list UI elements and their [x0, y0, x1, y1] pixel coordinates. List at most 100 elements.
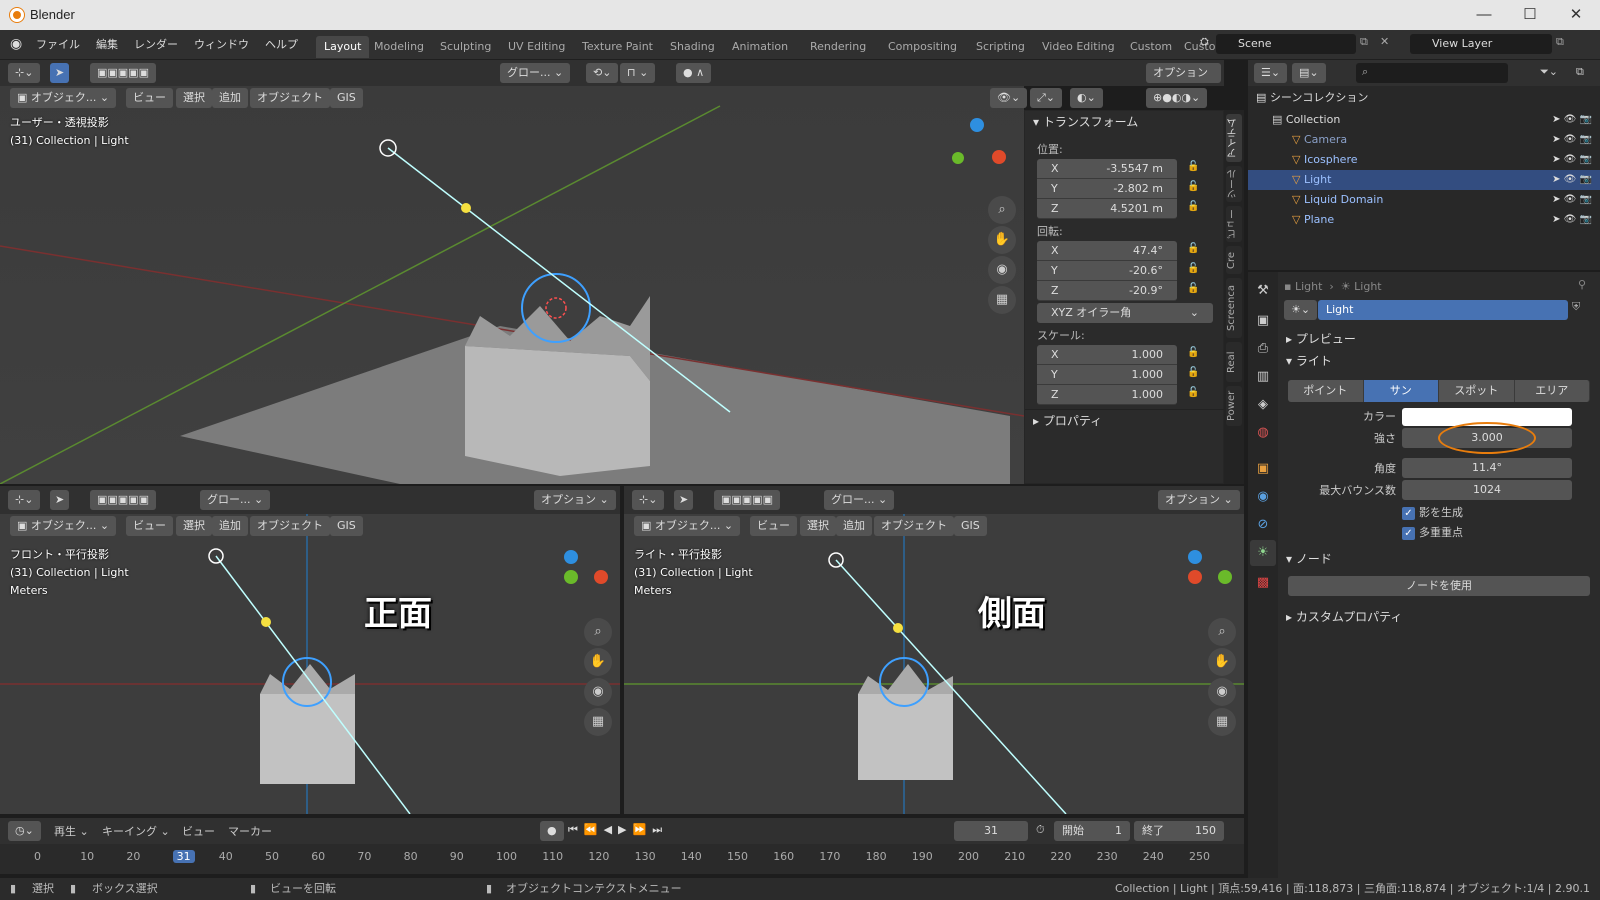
right-pan-icon[interactable]: ✋ — [1208, 648, 1236, 676]
right-zoom-icon[interactable]: ⌕ — [1208, 618, 1236, 646]
playback-controls[interactable]: ⏮⏪◀▶⏩⏭ — [568, 823, 668, 837]
gizmo-z-icon[interactable] — [970, 118, 984, 132]
zoom-icon[interactable]: ⌕ — [988, 196, 1016, 224]
front-menu-view[interactable]: ビュー — [126, 516, 173, 536]
cast-shadow-checkbox[interactable]: ✓ 影を生成 — [1402, 504, 1463, 520]
multi-importance-checkbox[interactable]: ✓ 多重重点 — [1402, 524, 1463, 540]
rotation-mode-dropdown[interactable]: XYZ オイラー角 ⌄ — [1037, 303, 1213, 323]
right-selection-mode-buttons[interactable]: ▣▣▣▣▣ — [714, 490, 780, 510]
remove-scene-icon[interactable]: ✕ — [1380, 35, 1389, 48]
object-tab-icon[interactable]: ▣ — [1250, 456, 1276, 482]
timeline-ruler[interactable]: 0 10 20 31 40 50 60 70 80 90 100 110 120 130 140 150 160… — [0, 844, 1244, 874]
close-button[interactable]: ✕ — [1556, 4, 1596, 26]
tab-layout[interactable]: Layout — [316, 36, 370, 58]
scale-y-field[interactable]: Y 1.000 — [1037, 365, 1177, 385]
lock-icon[interactable]: 🔓 — [1187, 347, 1199, 358]
front-grid-icon[interactable]: ▦ — [584, 708, 612, 736]
outliner-row-plane[interactable]: ▽ Plane ➤ 👁 📷 — [1248, 210, 1600, 230]
right-sun-handle[interactable] — [893, 623, 903, 633]
scene-selector[interactable]: Scene — [1216, 34, 1356, 54]
max-bounces-field[interactable]: 1024 — [1402, 480, 1572, 500]
outliner-row-icosphere[interactable]: ▽ Icosphere ➤ 👁 📷 — [1248, 150, 1600, 170]
rotation-x-field[interactable]: X 47.4° — [1037, 241, 1177, 261]
front-viewport[interactable]: ▣ オブジェク... ⌄ ビュー 選択 追加 オブジェクト GIS フロント・平… — [0, 514, 620, 814]
filter-icon[interactable]: ⏷⌄ — [1540, 65, 1558, 79]
front-select-tool-button[interactable]: ➤ — [50, 490, 70, 510]
select-tool-button[interactable]: ➤ — [50, 63, 70, 83]
right-menu-object[interactable]: オブジェクト — [874, 516, 954, 536]
menu-file[interactable]: ファイル — [28, 30, 88, 60]
custom-props-section-header[interactable]: ▸ カスタムプロパティ — [1286, 606, 1402, 628]
location-x-field[interactable]: X -3.5547 m — [1037, 159, 1177, 179]
location-z-field[interactable]: Z 4.5201 m — [1037, 199, 1177, 219]
menu-select[interactable]: 選択 — [176, 88, 212, 108]
tab-video-editing[interactable]: Video Editing — [1034, 36, 1123, 58]
visibility-eye-icon[interactable]: ➤ 👁 📷 — [1552, 210, 1592, 230]
front-gizmo-x-icon[interactable] — [594, 570, 608, 584]
front-options-dropdown[interactable]: オプション ⌄ — [534, 490, 616, 510]
outliner-row-liquid-domain[interactable]: ▽ Liquid Domain ➤ 👁 📷 — [1248, 190, 1600, 210]
snap-dropdown[interactable]: ⊓ ⌄ — [620, 63, 656, 83]
display-mode-dropdown[interactable]: ▤⌄ — [1292, 63, 1326, 83]
tab-custom[interactable]: Custom — [1122, 36, 1180, 58]
front-menu-select[interactable]: 選択 — [176, 516, 212, 536]
gizmo-x-icon[interactable] — [992, 150, 1006, 164]
editor-type-button[interactable]: ⊹⌄ — [8, 63, 41, 83]
new-view-layer-icon[interactable]: ⧉ — [1556, 35, 1564, 49]
timeline-playback-menu[interactable]: 再生 ⌄ — [54, 823, 89, 839]
front-mode-dropdown[interactable]: ▣ オブジェク... ⌄ — [10, 516, 117, 536]
scene-tab-icon[interactable]: ◈ — [1250, 392, 1276, 418]
light-type-3[interactable]: エリア — [1514, 380, 1590, 402]
visibility-eye-icon[interactable]: ➤ 👁 📷 — [1552, 150, 1592, 170]
menu-object[interactable]: オブジェクト — [250, 88, 330, 108]
front-transform-orientation-dropdown[interactable]: グロー... ⌄ — [200, 490, 271, 510]
camera-view-icon[interactable]: ◉ — [988, 256, 1016, 284]
transform-orientation-dropdown[interactable]: グロー... ⌄ — [500, 63, 571, 83]
right-select-tool-button[interactable]: ➤ — [674, 490, 694, 510]
outliner-row-collection[interactable]: ▤ Collection ➤ 👁 📷 — [1248, 110, 1600, 130]
lock-icon[interactable]: 🔓 — [1187, 263, 1199, 274]
visibility-eye-icon[interactable]: ➤ 👁 📷 — [1552, 190, 1592, 210]
preview-range-icon[interactable]: ⏱ — [1036, 823, 1045, 837]
tab-modeling[interactable]: Modeling — [366, 36, 432, 58]
menu-view[interactable]: ビュー — [126, 88, 173, 108]
current-frame-field[interactable]: 31 — [954, 821, 1028, 841]
front-menu-add[interactable]: 追加 — [212, 516, 248, 536]
light-type-1[interactable]: サン — [1363, 380, 1439, 402]
right-menu-select[interactable]: 選択 — [800, 516, 836, 536]
selection-mode-buttons[interactable]: ▣▣▣▣▣ — [90, 63, 156, 83]
sidebar-tab-0[interactable]: アイテム — [1226, 114, 1242, 162]
scale-z-field[interactable]: Z 1.000 — [1037, 385, 1177, 405]
tab-sculpting[interactable]: Sculpting — [432, 36, 499, 58]
proportional-edit-button[interactable]: ● ∧ — [676, 63, 712, 83]
front-zoom-icon[interactable]: ⌕ — [584, 618, 612, 646]
lock-icon[interactable]: 🔓 — [1187, 283, 1199, 294]
maximize-button[interactable]: ☐ — [1510, 4, 1550, 26]
transform-section-header[interactable]: ▾ トランスフォーム — [1033, 111, 1138, 133]
right-options-dropdown[interactable]: オプション ⌄ — [1158, 490, 1240, 510]
sidebar-tab-2[interactable]: ビュー — [1226, 206, 1242, 242]
angle-field[interactable]: 11.4° — [1402, 458, 1572, 478]
constraints-tab-icon[interactable]: ⊘ — [1250, 512, 1276, 538]
view-layer-selector[interactable]: View Layer — [1410, 34, 1552, 54]
front-editor-type-button[interactable]: ⊹⌄ — [8, 490, 41, 510]
sidebar-tab-4[interactable]: Screenca — [1226, 278, 1242, 338]
visibility-eye-icon[interactable]: ➤ 👁 📷 — [1552, 170, 1592, 190]
main-viewport[interactable]: ユーザー・透視投影 (31) Collection | Light ⌕ ✋ ◉ … — [0, 86, 1024, 484]
gizmo-y-icon[interactable] — [952, 152, 964, 164]
tab-rendering[interactable]: Rendering — [802, 36, 874, 58]
lock-icon[interactable]: 🔓 — [1187, 243, 1199, 254]
sidebar-tab-3[interactable]: Cre — [1226, 246, 1242, 274]
lock-icon[interactable]: 🔓 — [1187, 367, 1199, 378]
lock-icon[interactable]: 🔓 — [1187, 181, 1199, 192]
front-gizmo-z-icon[interactable] — [564, 550, 578, 564]
overlay-dropdown[interactable]: ◐⌄ — [1070, 88, 1103, 108]
front-selection-mode-buttons[interactable]: ▣▣▣▣▣ — [90, 490, 156, 510]
front-gizmo-y-icon[interactable] — [564, 570, 578, 584]
new-scene-icon[interactable]: ⧉ — [1360, 35, 1368, 49]
tab-uv-editing[interactable]: UV Editing — [500, 36, 573, 58]
rotation-z-field[interactable]: Z -20.9° — [1037, 281, 1177, 301]
outliner-editor-type-button[interactable]: ☰⌄ — [1254, 63, 1288, 83]
lock-icon[interactable]: 🔓 — [1187, 201, 1199, 212]
pin-icon[interactable]: ⚲ — [1578, 278, 1586, 291]
